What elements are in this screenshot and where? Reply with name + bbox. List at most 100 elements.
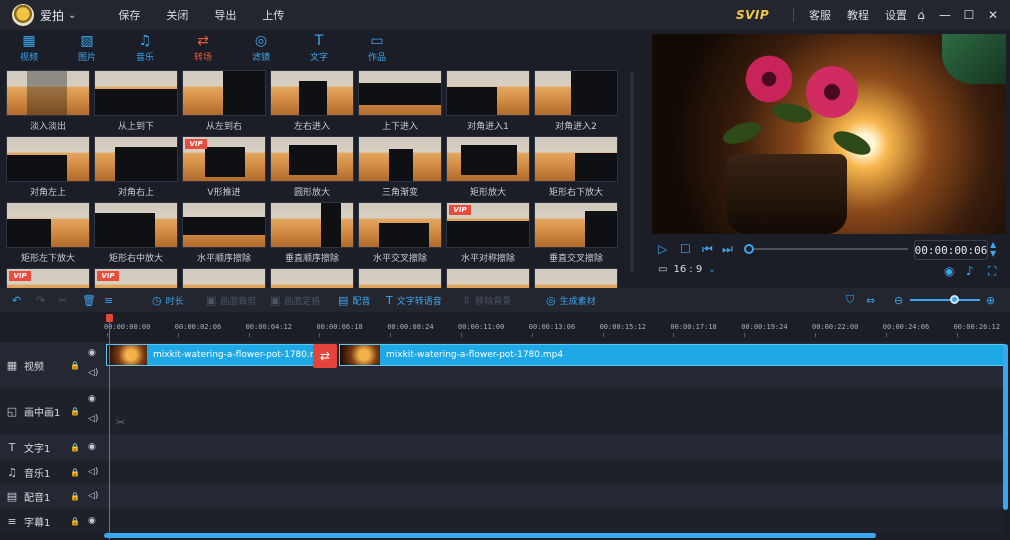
freeze-button[interactable]: ▣ 画面定格 (270, 294, 320, 307)
lock-icon[interactable]: 🔒 (70, 517, 80, 526)
dub-button[interactable]: ▤ 配音 (338, 294, 370, 307)
play-icon[interactable]: ▷ (658, 242, 667, 256)
playhead[interactable] (109, 316, 110, 540)
camera-icon[interactable]: ◉ (944, 264, 954, 278)
app-name[interactable]: 爱拍 (40, 7, 64, 24)
chevron-down-icon[interactable]: ⌄ (68, 10, 76, 21)
video-clip[interactable]: mixkit-watering-a-flower-pot-1780.mp4 (106, 344, 316, 366)
menu-export[interactable]: 导出 (214, 7, 236, 23)
tts-button[interactable]: T 文字转语音 (386, 294, 442, 307)
transition-item[interactable]: 对角左上 (6, 136, 90, 198)
zoom-out-icon[interactable]: ⊖ (894, 294, 903, 307)
minimize-icon[interactable]: — (936, 6, 954, 24)
lock-icon[interactable]: 🔒 (70, 443, 80, 452)
timeline-hscrollbar[interactable] (104, 533, 876, 538)
lock-icon[interactable]: 🔒 (70, 361, 80, 370)
transition-item[interactable]: 水平交叉擦除 (358, 202, 442, 264)
transition-item[interactable]: 对角右上 (94, 136, 178, 198)
undo-icon[interactable]: ↶ (12, 294, 21, 307)
tab-4[interactable]: ◎ 滤镜 (232, 30, 290, 66)
transition-item[interactable]: VIP (6, 268, 90, 288)
lock-icon[interactable]: 🔒 (70, 407, 80, 416)
transition-item[interactable]: 矩形左下放大 (6, 202, 90, 264)
duration-button[interactable]: ◷ 时长 (152, 294, 184, 307)
video-clip[interactable]: mixkit-watering-a-flower-pot-1780.mp4 (339, 344, 1004, 366)
stop-icon[interactable]: ☐ (680, 242, 691, 256)
transition-item[interactable]: 垂直顺序擦除 (270, 202, 354, 264)
seek-handle[interactable] (744, 244, 754, 254)
transition-item[interactable]: 三角渐变 (358, 136, 442, 198)
lock-icon[interactable]: 🔒 (70, 468, 80, 477)
svip-badge[interactable]: SVIP (736, 8, 769, 22)
volume-icon[interactable]: ♪ (966, 264, 974, 278)
tab-5[interactable]: T 文字 (290, 30, 348, 66)
transition-item[interactable] (270, 268, 354, 288)
fit-icon[interactable]: ⇔ (866, 294, 875, 307)
transition-item[interactable]: 矩形右中放大 (94, 202, 178, 264)
app-logo[interactable] (12, 4, 34, 26)
zoom-in-icon[interactable]: ⊕ (986, 294, 995, 307)
fullscreen-icon[interactable]: ⛶ (988, 264, 996, 279)
lock-icon[interactable]: 🔒 (70, 492, 80, 501)
link-tutorial[interactable]: 教程 (839, 7, 877, 23)
eye-icon[interactable]: ◉ (88, 394, 96, 404)
menu-save[interactable]: 保存 (118, 7, 140, 23)
tab-6[interactable]: ▭ 作品 (348, 30, 406, 66)
remove-bg-button[interactable]: ⇳ 移除背景 (462, 294, 511, 307)
close-icon[interactable]: ✕ (984, 6, 1002, 24)
eye-icon[interactable]: ◉ (88, 348, 96, 358)
transition-item[interactable]: 矩形放大 (446, 136, 530, 198)
aspect-ratio-select[interactable]: ▭ 16 : 9 ⌄ (658, 264, 716, 275)
video-preview[interactable] (652, 34, 1006, 234)
transition-item[interactable]: 左右进入 (270, 70, 354, 132)
link-support[interactable]: 客服 (801, 7, 839, 23)
maximize-icon[interactable]: ☐ (960, 6, 978, 24)
transition-item[interactable]: 水平顺序擦除 (182, 202, 266, 264)
transition-item[interactable]: 上下进入 (358, 70, 442, 132)
transition-item[interactable]: 淡入淡出 (6, 70, 90, 132)
crop-button[interactable]: ▣ 画面裁剪 (206, 294, 256, 307)
transition-item[interactable]: 从上到下 (94, 70, 178, 132)
generate-button[interactable]: ◎ 生成素材 (546, 294, 596, 307)
transition-item[interactable]: VIP 水平对称擦除 (446, 202, 530, 264)
transition-item[interactable]: 对角进入2 (534, 70, 618, 132)
volume-icon[interactable]: ◁) (88, 467, 98, 477)
menu-upload[interactable]: 上传 (262, 7, 284, 23)
transition-item[interactable]: 圆形放大 (270, 136, 354, 198)
adjust-icon[interactable]: ≡ (104, 294, 113, 307)
transition-item[interactable] (534, 268, 618, 288)
transition-item[interactable] (358, 268, 442, 288)
tab-2[interactable]: ♫ 音乐 (116, 30, 174, 66)
transition-item[interactable]: VIP (94, 268, 178, 288)
transition-item[interactable] (182, 268, 266, 288)
timeline-vscrollbar[interactable] (1003, 344, 1008, 510)
transition-item[interactable]: 矩形右下放大 (534, 136, 618, 198)
seek-bar[interactable] (746, 248, 908, 250)
transition-item[interactable]: 从左到右 (182, 70, 266, 132)
tab-1[interactable]: ▨ 图片 (58, 30, 116, 66)
time-field[interactable]: 00:00:00:06 (914, 240, 988, 260)
prev-frame-icon[interactable]: ⏮ (702, 242, 713, 257)
eye-icon[interactable]: ◉ (88, 516, 96, 526)
home-icon[interactable]: ⌂ (912, 6, 930, 24)
transition-item[interactable]: 垂直交叉擦除 (534, 202, 618, 264)
volume-icon[interactable]: ◁) (88, 491, 98, 501)
zoom-slider[interactable] (910, 299, 980, 301)
time-stepper[interactable]: ▲ ▼ (990, 240, 996, 258)
grid-scrollbar[interactable] (630, 72, 634, 272)
tab-0[interactable]: ▦ 视频 (0, 30, 58, 66)
timeline-ruler[interactable]: 00:00:00:00 00:00:02:06 00:00:04:12 00:00:0… (104, 318, 1010, 338)
zoom-handle[interactable] (950, 295, 959, 304)
link-settings[interactable]: 设置 (877, 7, 915, 23)
menu-close[interactable]: 关闭 (166, 7, 188, 23)
transition-item[interactable]: VIP V形推进 (182, 136, 266, 198)
shield-icon[interactable]: ⛉ (846, 293, 854, 307)
volume-icon[interactable]: ◁) (88, 414, 98, 424)
next-frame-icon[interactable]: ⏭ (722, 242, 733, 257)
transition-item[interactable] (446, 268, 530, 288)
redo-icon[interactable]: ↷ (36, 294, 45, 307)
split-icon[interactable]: ✂ (58, 294, 67, 307)
volume-icon[interactable]: ◁) (88, 368, 98, 378)
transition-item[interactable]: 对角进入1 (446, 70, 530, 132)
eye-icon[interactable]: ◉ (88, 442, 96, 452)
